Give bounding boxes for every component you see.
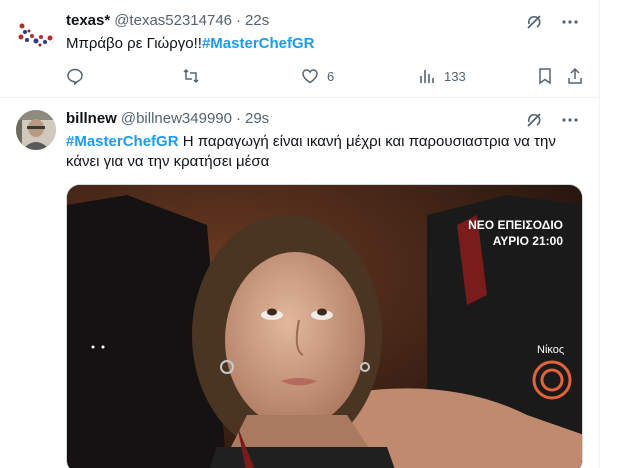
avatar[interactable] <box>16 110 56 150</box>
hashtag-link[interactable]: #MasterChefGR <box>66 133 179 150</box>
tweet-header: billnew @billnew349990 · 29s <box>66 108 540 128</box>
grok-icon[interactable] <box>524 12 544 32</box>
tweet-text: Μπράβο ρε Γιώργο!!#MasterChefGR <box>66 34 580 54</box>
reply-button[interactable] <box>66 66 92 86</box>
bookmark-button[interactable] <box>536 66 554 86</box>
avatar[interactable] <box>16 12 56 52</box>
timestamp[interactable]: 29s <box>245 110 269 127</box>
timeline: texas* @texas52314746 · 22s Μπράβο ρε Γι… <box>0 0 600 468</box>
timestamp[interactable]: 22s <box>245 12 269 29</box>
bookmark-icon <box>539 68 551 85</box>
photo-content: ΝΕΟ ΕΠΕΙΣΟΔΙΟ ΑΥΡΙΟ 21:00 Νίκος <box>67 185 582 468</box>
tweet-media-photo[interactable]: ΝΕΟ ΕΠΕΙΣΟΔΙΟ ΑΥΡΙΟ 21:00 Νίκος <box>66 184 583 468</box>
tweet-header: texas* @texas52314746 · 22s <box>66 10 540 30</box>
media-badge-line1: ΝΕΟ ΕΠΕΙΣΟΔΙΟ <box>468 218 563 232</box>
retweet-icon <box>183 68 199 84</box>
tweet-text: #MasterChefGR Η παραγωγή είναι ικανή μέχ… <box>66 132 580 172</box>
views-icon <box>420 70 434 83</box>
like-button[interactable]: 6 <box>301 66 334 86</box>
display-name[interactable]: texas* <box>66 12 110 29</box>
hashtag-link[interactable]: #MasterChefGR <box>202 35 315 52</box>
like-count: 6 <box>327 68 335 84</box>
reply-icon <box>67 68 83 85</box>
separator: · <box>236 11 242 29</box>
share-button[interactable] <box>566 66 584 86</box>
tweet-header-actions <box>524 12 580 32</box>
like-icon <box>302 69 318 84</box>
more-icon[interactable] <box>560 110 580 130</box>
display-name[interactable]: billnew <box>66 110 117 127</box>
more-icon[interactable] <box>560 12 580 32</box>
views-count: 133 <box>444 68 466 84</box>
views-button[interactable]: 133 <box>418 66 466 86</box>
user-handle[interactable]: @billnew349990 <box>121 110 232 127</box>
tweet-text-body: Μπράβο ρε Γιώργο!! <box>66 35 202 52</box>
media-badge-line2: ΑΥΡΙΟ 21:00 <box>493 234 564 248</box>
tweet-header-actions <box>524 110 580 130</box>
tweet[interactable]: texas* @texas52314746 · 22s Μπράβο ρε Γι… <box>0 0 600 98</box>
tweet-actions: 6 133 <box>66 66 586 86</box>
share-icon <box>568 67 582 84</box>
grok-icon[interactable] <box>524 110 544 130</box>
retweet-button[interactable] <box>182 66 208 86</box>
separator: · <box>235 109 241 127</box>
media-name-caption: Νίκος <box>537 344 564 356</box>
tweet[interactable]: billnew @billnew349990 · 29s #MasterChef… <box>0 98 600 468</box>
user-handle[interactable]: @texas52314746 <box>114 12 232 29</box>
